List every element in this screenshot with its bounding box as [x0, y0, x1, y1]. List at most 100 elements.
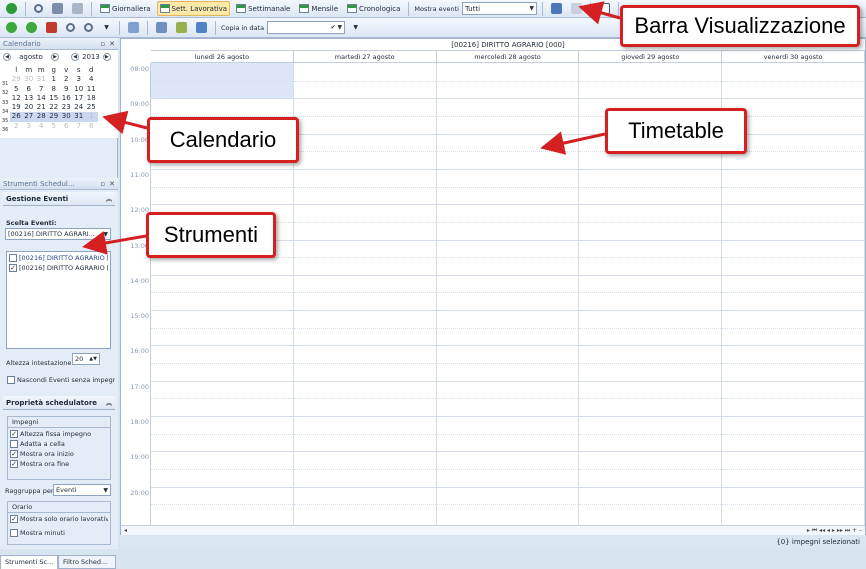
- pin-icon[interactable]: ▫: [100, 180, 105, 188]
- calendar-day[interactable]: 31: [35, 75, 48, 84]
- header-height-spinner[interactable]: 20 ▲▼: [72, 353, 100, 365]
- layout-button[interactable]: [548, 1, 565, 16]
- event-item[interactable]: ✓ [00216] DIRITTO AGRARIO [0: [9, 264, 108, 272]
- add-button[interactable]: [3, 20, 20, 35]
- calendar-day[interactable]: 8: [48, 85, 61, 94]
- calendar-day[interactable]: 24: [73, 103, 86, 112]
- zoom-options-button[interactable]: ▼: [99, 20, 114, 35]
- checkbox[interactable]: [10, 440, 18, 448]
- record-navigator[interactable]: ▸ ⏮ ◂◂ ◂ ▸ ▸▸ ⏭ + –: [807, 527, 862, 535]
- zoom-out-button[interactable]: [81, 20, 96, 35]
- view-month-button[interactable]: Mensile: [296, 1, 341, 16]
- events-section-header[interactable]: Gestione Eventi ︽: [3, 192, 115, 206]
- calendar-day[interactable]: 22: [48, 103, 61, 112]
- calendar-day[interactable]: 17: [73, 94, 86, 103]
- calendar-day[interactable]: 30: [23, 75, 36, 84]
- calendar-day[interactable]: 15: [48, 94, 61, 103]
- show-events-select[interactable]: Tutti ▼: [461, 2, 537, 15]
- calendar-day[interactable]: 7: [73, 122, 86, 131]
- calendar-day[interactable]: 23: [60, 103, 73, 112]
- tab-filter[interactable]: Filtro Sched...: [58, 555, 116, 569]
- day-header[interactable]: lunedì 26 agosto: [151, 51, 294, 62]
- calendar-day[interactable]: 6: [60, 122, 73, 131]
- mail-button[interactable]: [568, 1, 585, 16]
- option-show-start[interactable]: ✓ Mostra ora inizio: [10, 450, 108, 458]
- forward-button[interactable]: [23, 20, 40, 35]
- view-work-week-button[interactable]: Sett. Lavorativa: [156, 1, 231, 16]
- calendar-day[interactable]: 25: [85, 103, 98, 112]
- view-week-button[interactable]: Settimanale: [233, 1, 293, 16]
- day-column[interactable]: [293, 63, 437, 525]
- calendar-day[interactable]: 3: [73, 75, 86, 84]
- close-icon[interactable]: ✕: [109, 40, 115, 48]
- view-timeline-button[interactable]: Cronologica: [344, 1, 403, 16]
- week-number[interactable]: 35: [2, 117, 12, 126]
- calendar-day[interactable]: 1: [85, 112, 98, 121]
- next-year-button[interactable]: ▶: [102, 53, 111, 61]
- week-number[interactable]: 34: [2, 108, 12, 117]
- print-preview-button[interactable]: [69, 1, 86, 16]
- calendar-day[interactable]: 27: [23, 112, 36, 121]
- option-fixed-height[interactable]: ✓ Altezza fissa impegno: [10, 430, 108, 438]
- checkbox-checked[interactable]: ✓: [10, 460, 18, 468]
- option-working-hours[interactable]: ✓ Mostra solo orario lavorativo: [10, 515, 108, 523]
- calendar-day[interactable]: 1: [48, 75, 61, 84]
- horizontal-scrollbar[interactable]: ◂ ▸ ⏮ ◂◂ ◂ ▸ ▸▸ ⏭ + –: [121, 525, 865, 535]
- calendar-day[interactable]: 3: [23, 122, 36, 131]
- calendar-day[interactable]: 18: [85, 94, 98, 103]
- copy-button[interactable]: [173, 20, 190, 35]
- prev-year-button[interactable]: ◀: [71, 53, 79, 61]
- day-header[interactable]: mercoledì 28 agosto: [437, 51, 580, 62]
- checkbox-checked[interactable]: ✓: [10, 450, 18, 458]
- view-giornaliera-button[interactable]: Giornaliera: [97, 1, 154, 16]
- scroll-left-icon[interactable]: ◂: [124, 527, 127, 534]
- checkbox[interactable]: [10, 529, 18, 537]
- checkbox-checked[interactable]: ✓: [9, 264, 17, 272]
- calendar-day[interactable]: 20: [23, 103, 36, 112]
- toolbar2-options-button[interactable]: ▼: [348, 20, 363, 35]
- search-button[interactable]: [31, 1, 46, 16]
- pin-icon[interactable]: ▫: [100, 40, 105, 48]
- week-number[interactable]: 36: [2, 126, 12, 135]
- checkbox-checked[interactable]: ✓: [10, 515, 18, 523]
- calendar-settings-button[interactable]: [125, 20, 142, 35]
- calendar-day[interactable]: 21: [35, 103, 48, 112]
- calendar-day[interactable]: 29: [48, 112, 61, 121]
- calendar-day[interactable]: 4: [35, 122, 48, 131]
- checkbox[interactable]: [7, 376, 15, 384]
- delete-button[interactable]: [43, 20, 60, 35]
- zoom-in-button[interactable]: [63, 20, 78, 35]
- calendar-day[interactable]: 2: [60, 75, 73, 84]
- week-number[interactable]: 31: [2, 80, 12, 89]
- option-fit-cell[interactable]: Adatta a cella: [10, 440, 108, 448]
- prev-month-button[interactable]: ◀: [3, 53, 11, 61]
- close-icon[interactable]: ✕: [109, 180, 115, 188]
- day-header[interactable]: martedì 27 agosto: [294, 51, 437, 62]
- day-header[interactable]: giovedì 29 agosto: [579, 51, 723, 62]
- calendar-day[interactable]: 10: [73, 85, 86, 94]
- calendar-day[interactable]: 11: [85, 85, 98, 94]
- calendar-day[interactable]: 16: [60, 94, 73, 103]
- event-item[interactable]: [00216] DIRITTO AGRARIO [0: [9, 254, 108, 262]
- calendar-day[interactable]: 9: [60, 85, 73, 94]
- refresh-button[interactable]: [3, 1, 20, 16]
- checkbox[interactable]: [9, 254, 17, 262]
- day-header[interactable]: venerdì 30 agosto: [722, 51, 865, 62]
- calendar-view-button[interactable]: [596, 1, 613, 16]
- group-by-select[interactable]: Eventi ▼: [53, 484, 111, 496]
- calendar-day[interactable]: 28: [35, 112, 48, 121]
- print-button[interactable]: [49, 1, 66, 16]
- scheduler-props-header[interactable]: Proprietà schedulatore ︽: [3, 396, 115, 410]
- calendar-day[interactable]: 30: [60, 112, 73, 121]
- next-month-button[interactable]: ▶: [51, 53, 59, 61]
- day-column[interactable]: [436, 63, 580, 525]
- checkbox-checked[interactable]: ✓: [10, 430, 18, 438]
- calendar-day[interactable]: 14: [35, 94, 48, 103]
- calendar-day[interactable]: 8: [85, 122, 98, 131]
- calendar-day[interactable]: 7: [35, 85, 48, 94]
- week-number[interactable]: 33: [2, 99, 12, 108]
- calendar-day[interactable]: 4: [85, 75, 98, 84]
- calendar-day[interactable]: 6: [23, 85, 36, 94]
- option-show-end[interactable]: ✓ Mostra ora fine: [10, 460, 108, 468]
- calendar-day[interactable]: 31: [73, 112, 86, 121]
